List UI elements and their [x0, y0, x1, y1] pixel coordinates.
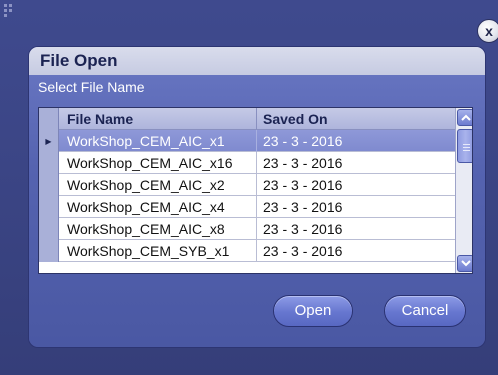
row-selector-header [39, 108, 59, 130]
column-header-file-name[interactable]: File Name [67, 108, 133, 130]
file-open-dialog: File Open Select File Name File Name Sav… [29, 47, 485, 347]
file-name-cell[interactable]: WorkShop_CEM_AIC_x8 [67, 218, 225, 240]
scroll-thumb[interactable] [457, 129, 472, 163]
cell-divider [256, 196, 257, 218]
table-row[interactable]: WorkShop_CEM_SYB_x1 23 - 3 - 2016 [39, 240, 455, 262]
row-selector[interactable] [39, 196, 59, 218]
cell-divider [256, 130, 257, 152]
table-row[interactable]: WorkShop_CEM_AIC_x8 23 - 3 - 2016 [39, 218, 455, 240]
cell-divider [256, 174, 257, 196]
file-list-table: File Name Saved On ▶ WorkShop_CEM_AIC_x1 2… [38, 107, 473, 274]
row-selector[interactable] [39, 152, 59, 174]
file-name-cell[interactable]: WorkShop_CEM_AIC_x2 [67, 174, 225, 196]
cell-divider [256, 218, 257, 240]
saved-on-cell[interactable]: 23 - 3 - 2016 [263, 152, 342, 174]
scroll-down-button[interactable] [457, 255, 472, 272]
table-row[interactable]: ▶ WorkShop_CEM_AIC_x1 23 - 3 - 2016 [39, 130, 455, 152]
saved-on-cell[interactable]: 23 - 3 - 2016 [263, 218, 342, 240]
saved-on-cell[interactable]: 23 - 3 - 2016 [263, 240, 342, 262]
table-row[interactable]: WorkShop_CEM_AIC_x4 23 - 3 - 2016 [39, 196, 455, 218]
chevron-up-icon [460, 112, 471, 124]
cancel-button[interactable]: Cancel [384, 295, 466, 327]
vertical-scrollbar[interactable] [455, 108, 472, 273]
close-button[interactable]: x [477, 19, 498, 43]
row-selector[interactable] [39, 174, 59, 196]
column-header-saved-on[interactable]: Saved On [263, 108, 328, 130]
scroll-up-button[interactable] [457, 109, 472, 126]
file-name-cell[interactable]: WorkShop_CEM_AIC_x4 [67, 196, 225, 218]
cell-divider [256, 240, 257, 262]
column-divider[interactable] [256, 108, 257, 130]
file-name-cell[interactable]: WorkShop_CEM_SYB_x1 [67, 240, 229, 262]
row-selector[interactable] [39, 218, 59, 240]
saved-on-cell[interactable]: 23 - 3 - 2016 [263, 174, 342, 196]
table-row[interactable]: WorkShop_CEM_AIC_x2 23 - 3 - 2016 [39, 174, 455, 196]
file-name-cell[interactable]: WorkShop_CEM_AIC_x1 [67, 130, 225, 152]
row-selector[interactable] [39, 240, 59, 262]
dialog-title: File Open [40, 51, 118, 70]
chevron-down-icon [460, 258, 471, 270]
current-row-marker-icon[interactable]: ▶ [39, 130, 59, 152]
table-row[interactable]: WorkShop_CEM_AIC_x16 23 - 3 - 2016 [39, 152, 455, 174]
saved-on-cell[interactable]: 23 - 3 - 2016 [263, 130, 342, 152]
open-button[interactable]: Open [273, 295, 353, 327]
dialog-subtitle: Select File Name [38, 79, 145, 95]
title-bar: File Open [29, 47, 485, 75]
grip-icon [4, 4, 18, 18]
cell-divider [256, 152, 257, 174]
saved-on-cell[interactable]: 23 - 3 - 2016 [263, 196, 342, 218]
close-icon: x [485, 23, 493, 39]
table-header: File Name Saved On [39, 108, 472, 130]
file-name-cell[interactable]: WorkShop_CEM_AIC_x16 [67, 152, 232, 174]
